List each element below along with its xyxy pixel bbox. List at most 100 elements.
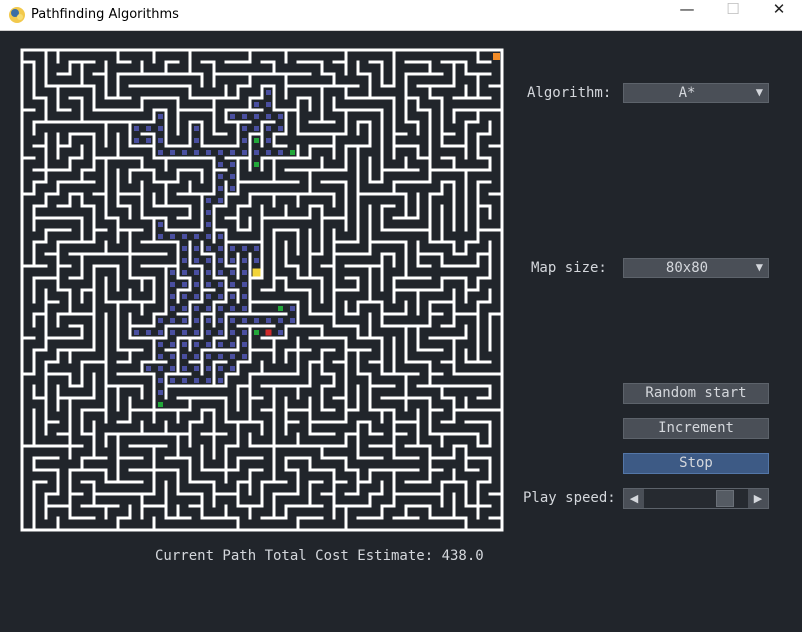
visited-cell	[194, 282, 199, 287]
visited-cell	[230, 114, 235, 119]
map-size-dropdown[interactable]: 80x80 ▼	[623, 258, 769, 278]
visited-cell	[170, 294, 175, 299]
visited-cell	[170, 330, 175, 335]
algorithm-dropdown[interactable]: A* ▼	[623, 83, 769, 103]
visited-cell	[170, 318, 175, 323]
visited-cell	[218, 306, 223, 311]
visited-cell	[158, 366, 163, 371]
visited-cell	[218, 282, 223, 287]
visited-cell	[170, 378, 175, 383]
visited-cell	[218, 318, 223, 323]
visited-cell	[182, 306, 187, 311]
visited-cell	[218, 150, 223, 155]
visited-cell	[218, 378, 223, 383]
visited-cell	[206, 354, 211, 359]
maze-walls	[20, 48, 504, 532]
visited-cell	[242, 246, 247, 251]
visited-cell	[170, 234, 175, 239]
visited-cell	[194, 270, 199, 275]
visited-cell	[182, 150, 187, 155]
frontier-cell	[278, 306, 283, 311]
increment-button[interactable]: Increment	[623, 418, 769, 439]
map-size-value: 80x80	[665, 260, 709, 276]
maze-canvas[interactable]	[18, 46, 508, 536]
visited-cell	[218, 162, 223, 167]
visited-cell	[206, 282, 211, 287]
random-start-button[interactable]: Random start	[623, 383, 769, 404]
visited-cell	[230, 330, 235, 335]
visited-cell	[206, 342, 211, 347]
stop-button[interactable]: Stop	[623, 453, 769, 474]
visited-cell	[242, 354, 247, 359]
visited-cell	[194, 366, 199, 371]
visited-cell	[146, 126, 151, 131]
visited-cell	[158, 390, 163, 395]
visited-cell	[230, 246, 235, 251]
visited-cell	[194, 258, 199, 263]
visited-cell	[206, 318, 211, 323]
visited-cell	[194, 378, 199, 383]
visited-cell	[182, 354, 187, 359]
play-speed-label: Play speed:	[523, 490, 616, 506]
visited-cell	[206, 210, 211, 215]
visited-cell	[230, 294, 235, 299]
visited-cell	[182, 282, 187, 287]
slider-track[interactable]	[644, 489, 748, 508]
goal-cell	[493, 53, 500, 60]
maximize-button[interactable]: ☐	[710, 0, 756, 30]
visited-cell	[278, 330, 283, 335]
visited-cell	[194, 234, 199, 239]
visited-cell	[254, 258, 259, 263]
visited-cell	[266, 102, 271, 107]
visited-cell	[194, 150, 199, 155]
visited-cell	[206, 306, 211, 311]
visited-cell	[206, 234, 211, 239]
visited-cell	[278, 150, 283, 155]
title-bar: Pathfinding Algorithms — ☐ ✕	[0, 0, 802, 31]
close-button[interactable]: ✕	[756, 0, 802, 30]
visited-cell	[218, 174, 223, 179]
frontier-cell	[254, 138, 259, 143]
minimize-button[interactable]: —	[664, 0, 710, 30]
visited-cell	[182, 234, 187, 239]
algorithm-value: A*	[678, 85, 696, 101]
visited-cell	[218, 270, 223, 275]
visited-cell	[194, 126, 199, 131]
visited-cell	[158, 342, 163, 347]
slider-left-arrow-icon[interactable]: ◀	[624, 489, 644, 508]
visited-cell	[146, 330, 151, 335]
visited-cell	[194, 138, 199, 143]
chevron-down-icon: ▼	[755, 85, 763, 99]
visited-cell	[206, 294, 211, 299]
visited-cell	[182, 366, 187, 371]
start-cell	[252, 268, 261, 277]
visited-cell	[242, 294, 247, 299]
slider-thumb[interactable]	[716, 490, 734, 507]
visited-cell	[266, 114, 271, 119]
visited-cell	[242, 270, 247, 275]
visited-cell	[206, 330, 211, 335]
visited-cell	[254, 318, 259, 323]
visited-cell	[158, 234, 163, 239]
maze-grid[interactable]	[18, 46, 508, 536]
visited-cell	[170, 270, 175, 275]
visited-cell	[158, 150, 163, 155]
visited-cell	[254, 150, 259, 155]
visited-cell	[242, 282, 247, 287]
visited-cell	[242, 114, 247, 119]
frontier-cell	[254, 330, 259, 335]
visited-cell	[254, 246, 259, 251]
visited-cell	[242, 330, 247, 335]
visited-cell	[218, 234, 223, 239]
play-speed-slider[interactable]: ◀ ▶	[623, 488, 769, 509]
visited-cell	[278, 126, 283, 131]
visited-cell	[266, 138, 271, 143]
map-size-label: Map size:	[531, 260, 607, 276]
visited-cell	[206, 150, 211, 155]
visited-cell	[242, 138, 247, 143]
visited-cell	[182, 258, 187, 263]
visited-cell	[134, 330, 139, 335]
visited-cell	[170, 282, 175, 287]
slider-right-arrow-icon[interactable]: ▶	[748, 489, 768, 508]
visited-cell	[230, 306, 235, 311]
